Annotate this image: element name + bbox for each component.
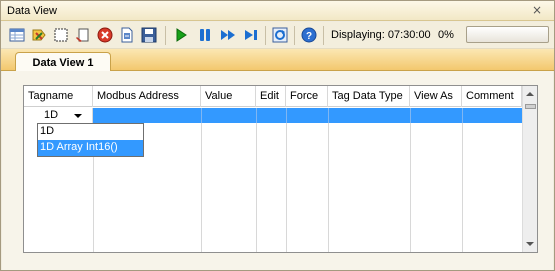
grid-header: Tagname Modbus Address Value Edit Force …: [24, 86, 522, 107]
svg-text:?: ?: [306, 31, 312, 42]
column-divider: [286, 108, 287, 123]
add-tags-icon[interactable]: [30, 26, 48, 44]
pause-icon[interactable]: [196, 26, 214, 44]
column-header-force[interactable]: Force: [286, 86, 328, 107]
column-divider: [328, 108, 329, 123]
displaying-duration: Displaying: 07:30:00: [331, 29, 431, 41]
help-icon[interactable]: ?: [300, 26, 318, 44]
tagname-dropdown-list: 1D 1D Array Int16(): [37, 123, 144, 157]
tab-data-view-1[interactable]: Data View 1: [15, 52, 111, 72]
column-divider: [462, 108, 463, 123]
toolbar-separator: [323, 26, 324, 45]
column-divider: [201, 123, 202, 252]
title-bar: Data View ×: [1, 1, 554, 21]
column-header-comment[interactable]: Comment: [462, 86, 522, 107]
tab-content: Tagname Modbus Address Value Edit Force …: [2, 71, 553, 270]
column-divider: [410, 108, 411, 123]
column-header-tag-data-type[interactable]: Tag Data Type: [328, 86, 410, 107]
data-view-icon[interactable]: [8, 26, 26, 44]
toolbar: ? Displaying: 07:30:00 0%: [1, 22, 554, 49]
column-divider: [256, 108, 257, 123]
table-row[interactable]: 1D: [24, 108, 522, 123]
play-icon[interactable]: [172, 26, 190, 44]
save-icon[interactable]: [140, 26, 158, 44]
close-icon[interactable]: ×: [532, 3, 542, 17]
column-header-tagname[interactable]: Tagname: [24, 86, 93, 107]
refresh-screen-icon[interactable]: [271, 26, 289, 44]
window-title: Data View: [7, 5, 57, 17]
column-divider: [410, 123, 411, 252]
fast-forward-icon[interactable]: [219, 26, 237, 44]
column-header-modbus-address[interactable]: Modbus Address: [93, 86, 201, 107]
column-header-edit[interactable]: Edit: [256, 86, 286, 107]
delete-icon[interactable]: [96, 26, 114, 44]
toolbar-separator: [265, 26, 266, 45]
tagname-combo[interactable]: 1D: [24, 108, 93, 123]
toolbar-separator: [294, 26, 295, 45]
scroll-down-icon[interactable]: [526, 242, 534, 246]
clear-icon[interactable]: [74, 26, 92, 44]
column-divider: [286, 123, 287, 252]
select-icon[interactable]: [52, 26, 70, 44]
chevron-down-icon[interactable]: [74, 114, 82, 118]
export-icon[interactable]: [118, 26, 136, 44]
dropdown-option[interactable]: 1D: [38, 124, 143, 140]
column-divider: [462, 123, 463, 252]
column-divider: [328, 123, 329, 252]
data-view-window: Data View × ? Displaying: 07:30:00 0% Da…: [0, 0, 555, 271]
data-grid: Tagname Modbus Address Value Edit Force …: [23, 85, 538, 253]
tagname-combo-value[interactable]: 1D: [44, 109, 58, 121]
column-divider: [201, 108, 202, 123]
toolbar-separator: [165, 26, 166, 45]
column-header-value[interactable]: Value: [201, 86, 256, 107]
progress-bar: [466, 26, 549, 43]
column-header-view-as[interactable]: View As: [410, 86, 462, 107]
scroll-thumb[interactable]: [525, 104, 536, 109]
step-forward-icon[interactable]: [242, 26, 260, 44]
progress-percent: 0%: [438, 29, 454, 41]
tab-strip: Data View 1: [1, 49, 554, 72]
dropdown-option[interactable]: 1D Array Int16(): [38, 140, 143, 156]
column-divider: [256, 123, 257, 252]
vertical-scrollbar[interactable]: [522, 86, 537, 252]
scroll-up-icon[interactable]: [526, 92, 534, 96]
